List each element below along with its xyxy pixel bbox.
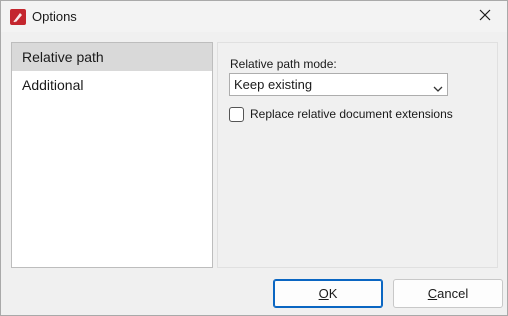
settings-panel: Relative path mode: Keep existing Replac… [217, 42, 498, 268]
replace-extensions-label[interactable]: Replace relative document extensions [250, 107, 453, 122]
category-list: Relative path Additional [11, 42, 213, 268]
nav-item-label: Relative path [22, 49, 104, 65]
chevron-down-icon [433, 81, 443, 92]
replace-extensions-checkbox[interactable] [229, 107, 244, 122]
ok-mnemonic: O [318, 286, 329, 301]
title-bar: Options [1, 1, 507, 32]
close-icon [479, 9, 491, 24]
ok-label-rest: K [328, 286, 338, 301]
nav-item-additional[interactable]: Additional [12, 71, 212, 99]
selected-value: Keep existing [234, 77, 313, 92]
nav-item-relative-path[interactable]: Relative path [12, 43, 212, 71]
cancel-label-rest: ancel [437, 286, 469, 301]
ok-button[interactable]: OK [273, 279, 383, 308]
close-button[interactable] [463, 1, 507, 32]
relative-path-mode-label: Relative path mode: [230, 57, 337, 71]
nav-item-label: Additional [22, 77, 84, 93]
cancel-button[interactable]: Cancel [393, 279, 503, 308]
relative-path-mode-select[interactable]: Keep existing [229, 73, 448, 96]
window-title: Options [32, 9, 77, 24]
options-dialog: Options Relative path Additional Relativ… [0, 0, 508, 316]
cancel-mnemonic: C [427, 286, 438, 301]
pdf-editor-app-icon [10, 9, 26, 25]
